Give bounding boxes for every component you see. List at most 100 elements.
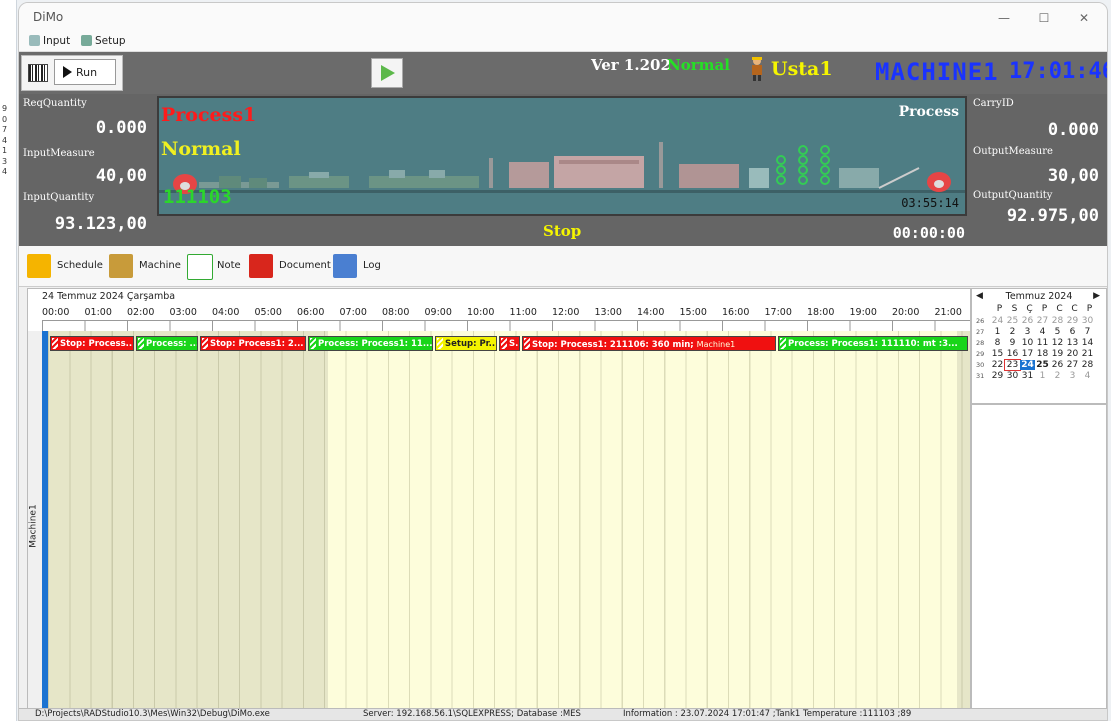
event-stop[interactable]: Stop: Process... [50, 336, 134, 351]
event-stop[interactable]: Stop: Process1: 211106: 360 min; Machine… [522, 336, 776, 351]
calendar-day[interactable]: 13 [1065, 338, 1080, 348]
calendar-day[interactable]: 30 [1005, 371, 1020, 381]
tab-bar: Schedule Machine Note Document Log [19, 246, 1107, 287]
calendar-day[interactable]: 19 [1050, 349, 1065, 359]
status-path: D:\Projects\RADStudio10.3\Mes\Win32\Debu… [35, 709, 270, 719]
title-bar: DiMo — ☐ ✕ [19, 3, 1107, 33]
event-label: Stop: Process1: 2... [210, 339, 304, 349]
calendar-day[interactable]: 24 [990, 316, 1005, 326]
event-stop[interactable]: S. [499, 336, 520, 351]
calendar-day[interactable]: 23 [1004, 359, 1021, 371]
calendar-day[interactable]: 31 [1020, 371, 1035, 381]
calendar-day[interactable]: 3 [1065, 371, 1080, 381]
event-process[interactable]: Process: ... [136, 336, 198, 351]
hour-label: 07:00 [339, 307, 367, 318]
minimize-button[interactable]: — [991, 9, 1017, 27]
worker-icon [752, 57, 762, 81]
calendar-day[interactable]: 7 [1080, 327, 1095, 337]
background-numbers: 9 0 7 4 1 3 4 [2, 104, 7, 178]
event-process[interactable]: Process: Process1: 111110: mt :3... [778, 336, 968, 351]
calendar-day[interactable]: 29 [990, 371, 1005, 381]
tab-machine[interactable]: Machine [109, 250, 181, 282]
calendar-day[interactable]: 2 [1005, 327, 1020, 337]
hour-label: 00:00 [42, 307, 70, 318]
barcode-icon[interactable] [28, 64, 48, 82]
week-number: 27 [976, 328, 985, 336]
maximize-button[interactable]: ☐ [1031, 9, 1057, 27]
calendar-day[interactable]: 25 [1035, 360, 1050, 370]
carry-code: 111103 [163, 186, 232, 208]
calendar-day[interactable]: 2 [1050, 371, 1065, 381]
calendar-day[interactable]: 27 [1065, 360, 1080, 370]
calendar-day[interactable]: 1 [990, 327, 1005, 337]
calendar-day[interactable]: 22 [990, 360, 1005, 370]
calendar-day[interactable]: 28 [1050, 316, 1065, 326]
gear-icon [81, 35, 92, 46]
strip-num: 3 [2, 156, 8, 166]
hour-label: 15:00 [679, 307, 707, 318]
app-window: DiMo — ☐ ✕ Input Setup Run Ver 1.202 Nor… [18, 2, 1108, 721]
toolbar-buttons: Run [21, 55, 123, 91]
input-quantity-value: 93.123,00 [54, 214, 147, 234]
calendar-day[interactable]: 30 [1080, 316, 1095, 326]
calendar-day[interactable]: 14 [1080, 338, 1095, 348]
weekday: Ç [1026, 304, 1033, 314]
calendar-day[interactable]: 26 [1020, 316, 1035, 326]
calendar-day[interactable]: 10 [1020, 338, 1035, 348]
calendar-day[interactable]: 15 [990, 349, 1005, 359]
event-stop[interactable]: Stop: Process1: 2... [200, 336, 306, 351]
calendar-day[interactable]: 27 [1035, 316, 1050, 326]
clock: 17:01:46 [1009, 59, 1108, 84]
calendar-day[interactable]: 25 [1005, 316, 1020, 326]
run-button[interactable]: Run [54, 59, 116, 85]
event-label: Process: Process1: 111110: mt :3... [788, 339, 958, 349]
calendar-day[interactable]: 3 [1020, 327, 1035, 337]
background-window-strip: 9 0 7 4 1 3 4 [0, 0, 17, 721]
close-button[interactable]: ✕ [1071, 9, 1097, 27]
tab-note-label: Note [217, 260, 241, 271]
calendar-day[interactable]: 6 [1065, 327, 1080, 337]
start-button[interactable] [371, 58, 403, 88]
calendar-day[interactable]: 21 [1080, 349, 1095, 359]
machine-name: MACHINE1 [875, 58, 999, 86]
schedule-date: 24 Temmuz 2024 Çarşamba [42, 291, 176, 302]
event-process[interactable]: Process: Process1: 11... [308, 336, 433, 351]
tab-document[interactable]: Document [249, 250, 333, 282]
calendar-day[interactable]: 8 [990, 338, 1005, 348]
calendar-day[interactable]: 29 [1065, 316, 1080, 326]
menu-input[interactable]: Input [29, 35, 70, 47]
input-quantity-label: InputQuantity [23, 192, 95, 203]
event-label: Process: ... [146, 339, 198, 349]
event-setup[interactable]: Setup: Pr... [435, 336, 497, 351]
stop-timer: 00:00:00 [892, 224, 965, 242]
calendar-next-button[interactable]: ▶ [1093, 291, 1100, 301]
input-measure-label: InputMeasure [23, 148, 95, 159]
weekday: S [1011, 304, 1018, 314]
calendar-day[interactable]: 18 [1035, 349, 1050, 359]
side-panel [971, 404, 1107, 710]
production-line-illustration [159, 142, 965, 194]
calendar-day[interactable]: 24 [1020, 360, 1035, 370]
tab-schedule[interactable]: Schedule [27, 250, 103, 282]
weekday: C [1056, 304, 1063, 314]
calendar-day[interactable]: 1 [1035, 371, 1050, 381]
calendar-day[interactable]: 9 [1005, 338, 1020, 348]
hour-label: 20:00 [892, 307, 920, 318]
calendar-day[interactable]: 26 [1050, 360, 1065, 370]
calendar-day[interactable]: 28 [1080, 360, 1095, 370]
calendar-day[interactable]: 12 [1050, 338, 1065, 348]
weekday: P [996, 304, 1003, 314]
schedule-icon [27, 254, 51, 278]
calendar-day[interactable]: 11 [1035, 338, 1050, 348]
calendar-day[interactable]: 20 [1065, 349, 1080, 359]
calendar-day[interactable]: 4 [1080, 371, 1095, 381]
calendar-day[interactable]: 16 [1005, 349, 1020, 359]
menu-setup[interactable]: Setup [81, 35, 126, 47]
calendar-day[interactable]: 5 [1050, 327, 1065, 337]
tab-log[interactable]: Log [333, 250, 383, 282]
calendar-day[interactable]: 4 [1035, 327, 1050, 337]
hour-label: 09:00 [424, 307, 452, 318]
calendar-day[interactable]: 17 [1020, 349, 1035, 359]
tab-note[interactable]: Note [187, 250, 241, 282]
process-name: Process1 [161, 104, 257, 126]
